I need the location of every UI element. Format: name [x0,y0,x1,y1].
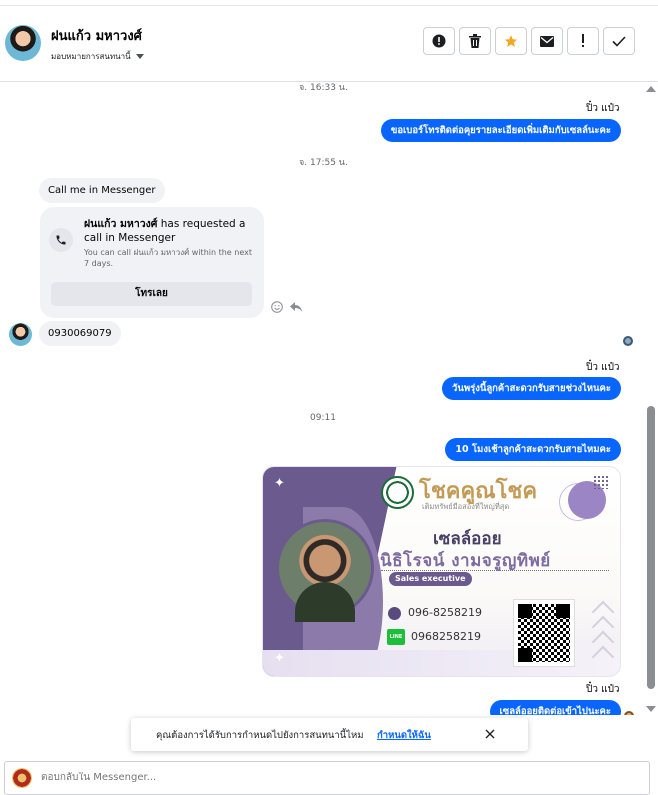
business-card-image[interactable]: ✦ ✦ โชคคูณโชค เติมทรัพย์มือสองที่ใหญ่ที่… [262,466,621,677]
outgoing-message[interactable]: ขอเบอร์โทรติดต่อคุยรายละเอียดเพิ่มเติมกั… [380,119,621,142]
assign-to-me-link[interactable]: กำหนดให้ฉัน [377,728,431,743]
position-badge: Sales executive [389,572,472,586]
trash-icon [469,34,481,48]
report-button[interactable] [423,27,455,55]
scroll-down-icon[interactable] [646,706,656,712]
timestamp: 09:11 [310,413,336,423]
timestamp: จ. 17:55 น. [299,158,348,168]
call-request-title: ฝนแก้ว มหาวงศ์ has requested a call in M… [84,218,246,244]
scrollbar[interactable] [645,83,658,715]
delete-button[interactable] [459,27,491,55]
incoming-message[interactable]: Call me in Messenger [39,178,165,203]
phone-icon [388,607,401,620]
incoming-message[interactable]: 0930069079 [39,321,121,346]
timestamp: จ. 16:33 น. [299,83,348,93]
sender-name: ปิ๋ว แป๋ว [586,684,620,695]
card-decoration [593,475,609,489]
check-icon [612,35,626,47]
message-thread[interactable]: จ. 16:33 น. ปิ๋ว แป๋ว ขอเบอร์โทรติดต่อคุ… [0,83,645,715]
call-request-card: ฝนแก้ว มหาวงศ์ has requested a call in M… [40,207,264,318]
sparkle-icon: ✦ [274,651,285,666]
star-button[interactable] [495,27,527,55]
outgoing-message[interactable]: เซลล์ออยติดต่อเข้าไปนะคะ [489,700,621,715]
page-avatar [12,768,32,788]
assign-dropdown[interactable]: มอบหมายการสนทนานี้ [51,50,144,63]
done-button[interactable] [603,27,635,55]
exclamation-icon [582,34,584,47]
call-request-subtitle: You can call ฝนแก้ว มหาวงศ์ within the n… [84,248,252,268]
company-tagline: เติมทรัพย์มือสองที่ใหญ่ที่สุด [422,502,510,511]
contact-avatar-small [9,323,32,346]
card-line-id: 0968258219 [411,630,481,643]
company-logo [381,476,414,509]
sender-name: ปิ๋ว แป๋ว [586,362,620,373]
scroll-up-icon[interactable] [646,86,656,92]
smiley-icon[interactable] [271,301,283,313]
call-now-button[interactable]: โทรเลย [51,282,252,306]
seen-avatar [624,711,634,715]
card-phone: 096-8258219 [408,606,482,619]
toast-text: คุณต้องการได้รับการกำหนดไปยังการสนทนานี้… [156,730,364,741]
salesperson-photo [276,519,374,622]
mail-icon [540,35,554,47]
chevron-down-icon [135,54,144,59]
divider [381,570,609,571]
mail-button[interactable] [531,27,563,55]
line-app-icon: LINE [387,629,405,645]
conversation-header: ฝนแก้ว มหาวงศ์ มอบหมายการสนทนานี้ [0,6,658,82]
outgoing-message[interactable]: วันพรุ่งนี้ลูกค้าสะดวกรับสายช่วงไหนคะ [442,377,621,400]
seen-avatar [623,336,633,346]
contact-avatar[interactable] [5,25,41,61]
sparkle-icon: ✦ [274,476,285,491]
message-actions [271,301,303,313]
reply-input[interactable] [41,772,621,783]
assign-label: มอบหมายการสนทนานี้ [51,52,131,61]
outgoing-message[interactable]: 10 โมงเช้าลูกค้าสะดวกรับสายไหมคะ [445,438,621,461]
assign-prompt-toast: คุณต้องการได้รับการกำหนดไปยังการสนทนานี้… [131,718,528,751]
reply-icon[interactable] [289,301,303,313]
qr-code [513,599,575,667]
mark-button[interactable] [567,27,599,55]
phone-icon [49,228,73,252]
star-icon [504,35,518,47]
close-icon[interactable] [481,725,499,743]
sender-name: ปิ๋ว แป๋ว [586,103,620,114]
contact-name[interactable]: ฝนแก้ว มหาวงศ์ [51,25,142,46]
scrollbar-thumb[interactable] [647,406,655,689]
header-actions [423,27,635,55]
reply-composer [4,761,650,795]
report-icon [432,34,446,48]
